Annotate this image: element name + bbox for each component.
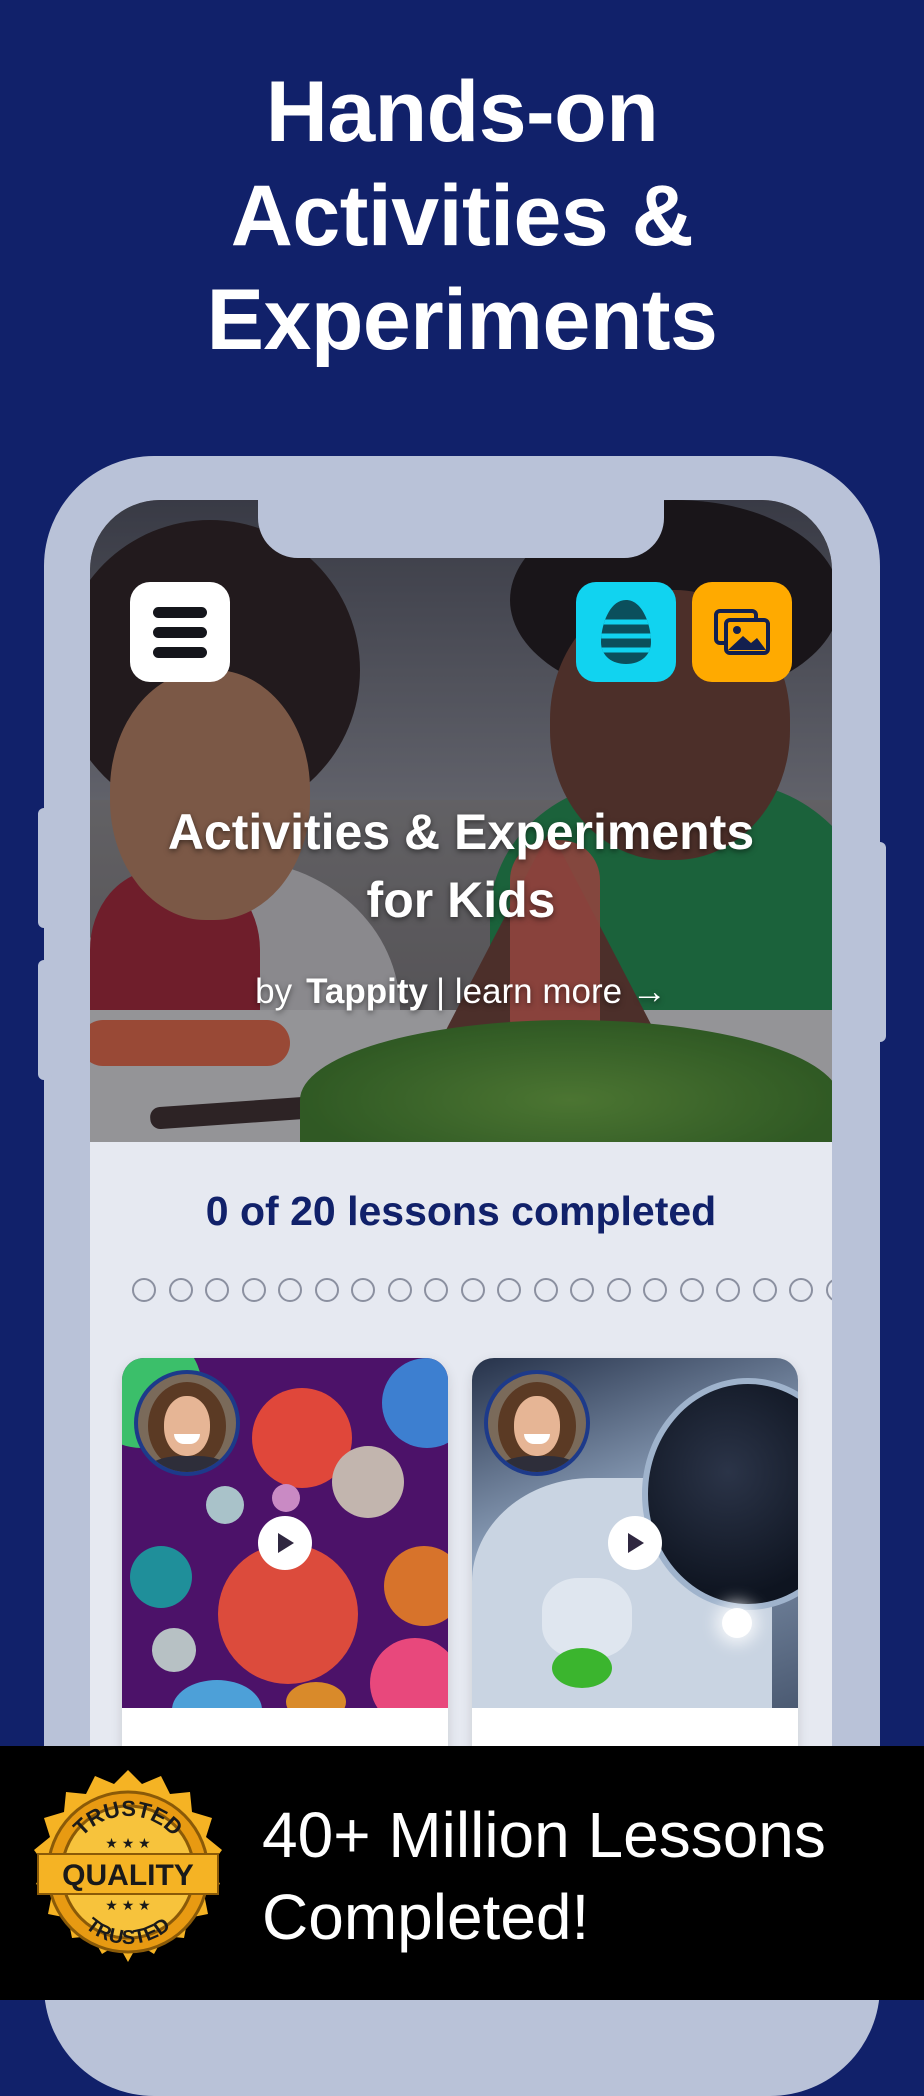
lessons-progress-label: 0 of 20 lessons completed: [205, 1188, 717, 1234]
teacher-avatar: [484, 1370, 590, 1476]
play-button[interactable]: [608, 1516, 662, 1570]
progress-dot: [314, 1278, 339, 1302]
progress-dot: [643, 1278, 667, 1302]
progress-dot: [533, 1278, 558, 1302]
progress-dot: [241, 1278, 266, 1302]
play-button[interactable]: [258, 1516, 312, 1570]
progress-dot: [570, 1278, 594, 1302]
banner-line-2: Completed!: [262, 1881, 590, 1953]
headline-line-1: Hands-on: [265, 64, 659, 160]
hero-title: Activities & Experiments for Kids: [90, 798, 832, 934]
svg-text:★ ★ ★: ★ ★ ★: [105, 1835, 150, 1851]
svg-text:★ ★ ★: ★ ★ ★: [105, 1897, 150, 1913]
badge-middle-text: QUALITY: [62, 1859, 194, 1892]
brand-name: Tappity: [306, 972, 428, 1011]
lesson-card[interactable]: [472, 1358, 798, 1800]
headline-line-3: Experiments: [206, 272, 718, 368]
menu-button[interactable]: [130, 582, 230, 682]
progress-dot: [351, 1278, 375, 1302]
progress-dot: [497, 1278, 521, 1302]
byline-prefix: by: [255, 972, 293, 1011]
progress-dot: [278, 1278, 302, 1302]
progress-dot: [460, 1278, 485, 1302]
phone-notch: [258, 500, 664, 558]
gallery-button[interactable]: [692, 582, 792, 682]
progress-dot: [168, 1278, 193, 1302]
lesson-image-planets: [122, 1358, 448, 1708]
egg-button[interactable]: [576, 582, 676, 682]
phone-side-button: [38, 960, 52, 1080]
play-icon: [278, 1533, 294, 1553]
page-headline: Hands-on Activities & Experiments: [0, 60, 924, 372]
progress-dot: [205, 1278, 229, 1302]
banner-text: 40+ Million Lessons Completed!: [262, 1794, 826, 1958]
phone-side-button: [38, 808, 52, 928]
quality-seal-badge: TRUSTED QUALITY TRUSTED ★ ★ ★ ★ ★ ★: [34, 1770, 222, 1962]
hero-title-line-2: for Kids: [366, 872, 556, 928]
progress-dot: [752, 1278, 777, 1302]
learn-more-link[interactable]: | learn more →: [436, 972, 667, 1011]
lesson-image-astronaut: [472, 1358, 798, 1708]
headline-line-2: Activities &: [230, 168, 694, 264]
banner-line-1: 40+ Million Lessons: [262, 1799, 826, 1871]
lesson-progress-dots: [132, 1278, 832, 1308]
teacher-avatar: [134, 1370, 240, 1476]
progress-dot: [606, 1278, 631, 1302]
egg-icon: [601, 600, 651, 664]
play-icon: [628, 1533, 644, 1553]
progress-dot: [679, 1278, 704, 1302]
hero-byline: by Tappity | learn more →: [90, 972, 832, 1012]
progress-dot: [387, 1278, 412, 1302]
bottom-banner: TRUSTED QUALITY TRUSTED ★ ★ ★ ★ ★ ★ 40+ …: [0, 1746, 924, 2000]
progress-dot: [789, 1278, 813, 1302]
lesson-card[interactable]: [122, 1358, 448, 1800]
gallery-icon: [714, 609, 770, 655]
progress-dot: [424, 1278, 448, 1302]
app-screen: Activities & Experiments for Kids by Tapp…: [90, 500, 832, 1800]
progress-dot: [132, 1278, 156, 1302]
progress-dot: [716, 1278, 740, 1302]
hamburger-menu-icon: [153, 606, 207, 618]
phone-power-button: [872, 842, 886, 1042]
progress-dot: [825, 1278, 832, 1302]
hero-title-line-1: Activities & Experiments: [167, 804, 755, 860]
